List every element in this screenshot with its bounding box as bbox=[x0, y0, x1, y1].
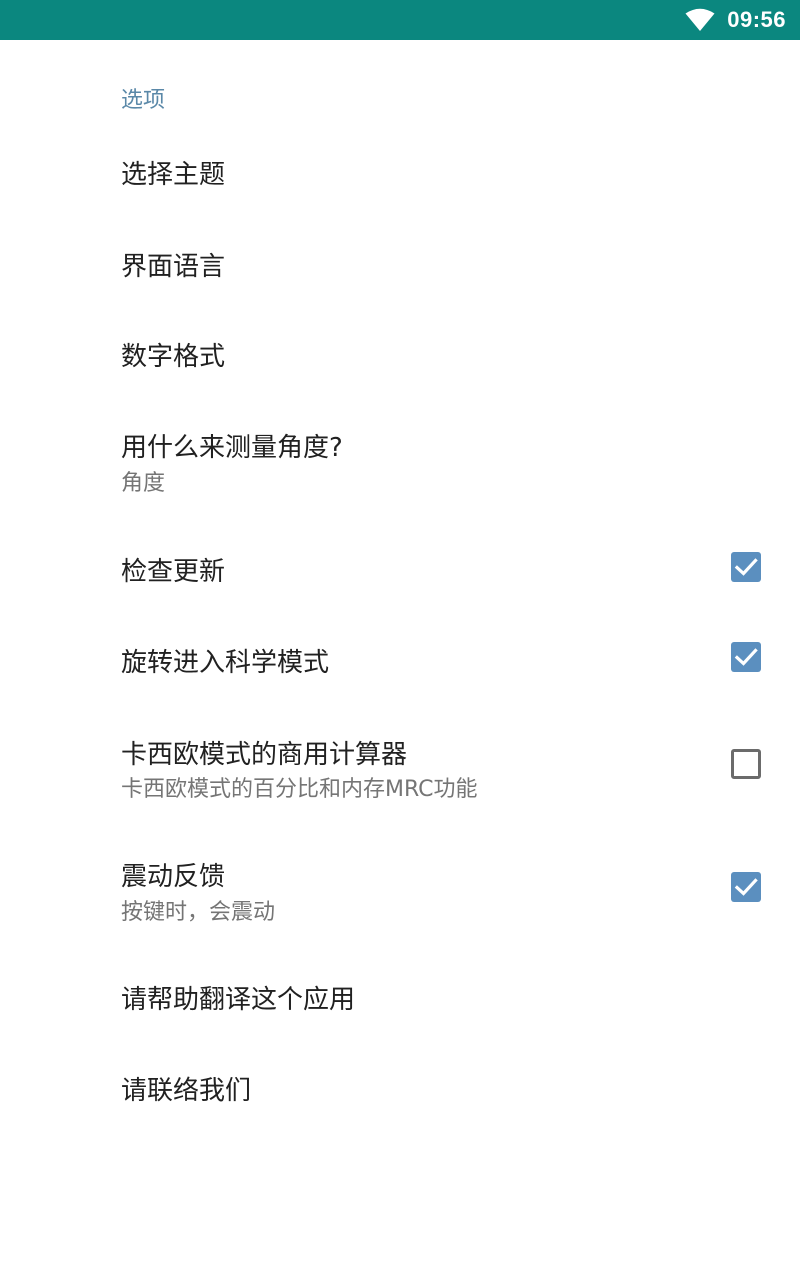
casio-mode-checkbox[interactable] bbox=[731, 749, 761, 779]
pref-angle-title: 用什么来测量角度? bbox=[121, 433, 343, 463]
checkmark-icon bbox=[734, 878, 758, 896]
pref-casio-mode-summary: 卡西欧模式的百分比和内存MRC功能 bbox=[121, 777, 478, 802]
status-icons: 09:56 bbox=[685, 0, 786, 40]
pref-casio-mode[interactable]: 卡西欧模式的商用计算器 卡西欧模式的百分比和内存MRC功能 bbox=[0, 704, 800, 828]
pref-language-title: 界面语言 bbox=[121, 252, 226, 282]
pref-translate[interactable]: 请帮助翻译这个应用 bbox=[0, 951, 800, 1041]
pref-angle-summary: 角度 bbox=[121, 471, 166, 496]
status-time: 09:56 bbox=[727, 7, 786, 32]
pref-check-updates-title: 检查更新 bbox=[121, 557, 226, 587]
pref-theme-title: 选择主题 bbox=[121, 160, 226, 190]
pref-casio-mode-title: 卡西欧模式的商用计算器 bbox=[121, 740, 408, 770]
wifi-icon bbox=[685, 8, 715, 31]
pref-vibration[interactable]: 震动反馈 按键时，会震动 bbox=[0, 828, 800, 951]
pref-contact[interactable]: 请联络我们 bbox=[0, 1041, 800, 1133]
pref-check-updates[interactable]: 检查更新 bbox=[0, 522, 800, 612]
pref-theme[interactable]: 选择主题 bbox=[0, 125, 800, 215]
pref-vibration-summary: 按键时，会震动 bbox=[121, 900, 276, 925]
checkmark-icon bbox=[734, 558, 758, 576]
status-bar: 09:56 bbox=[0, 0, 800, 40]
pref-language[interactable]: 界面语言 bbox=[0, 215, 800, 307]
pref-angle-unit[interactable]: 用什么来测量角度? 角度 bbox=[0, 397, 800, 522]
pref-vibration-title: 震动反馈 bbox=[121, 862, 226, 892]
pref-number-format-title: 数字格式 bbox=[121, 342, 226, 372]
pref-number-format[interactable]: 数字格式 bbox=[0, 307, 800, 397]
pref-rotate-scientific-title: 旋转进入科学模式 bbox=[121, 648, 330, 678]
vibration-checkbox[interactable] bbox=[731, 872, 761, 902]
section-header-options: 选项 bbox=[121, 88, 166, 113]
checkmark-icon bbox=[734, 648, 758, 666]
pref-contact-title: 请联络我们 bbox=[121, 1076, 252, 1106]
pref-rotate-scientific[interactable]: 旋转进入科学模式 bbox=[0, 612, 800, 704]
pref-translate-title: 请帮助翻译这个应用 bbox=[121, 985, 356, 1015]
rotate-scientific-checkbox[interactable] bbox=[731, 642, 761, 672]
check-updates-checkbox[interactable] bbox=[731, 552, 761, 582]
